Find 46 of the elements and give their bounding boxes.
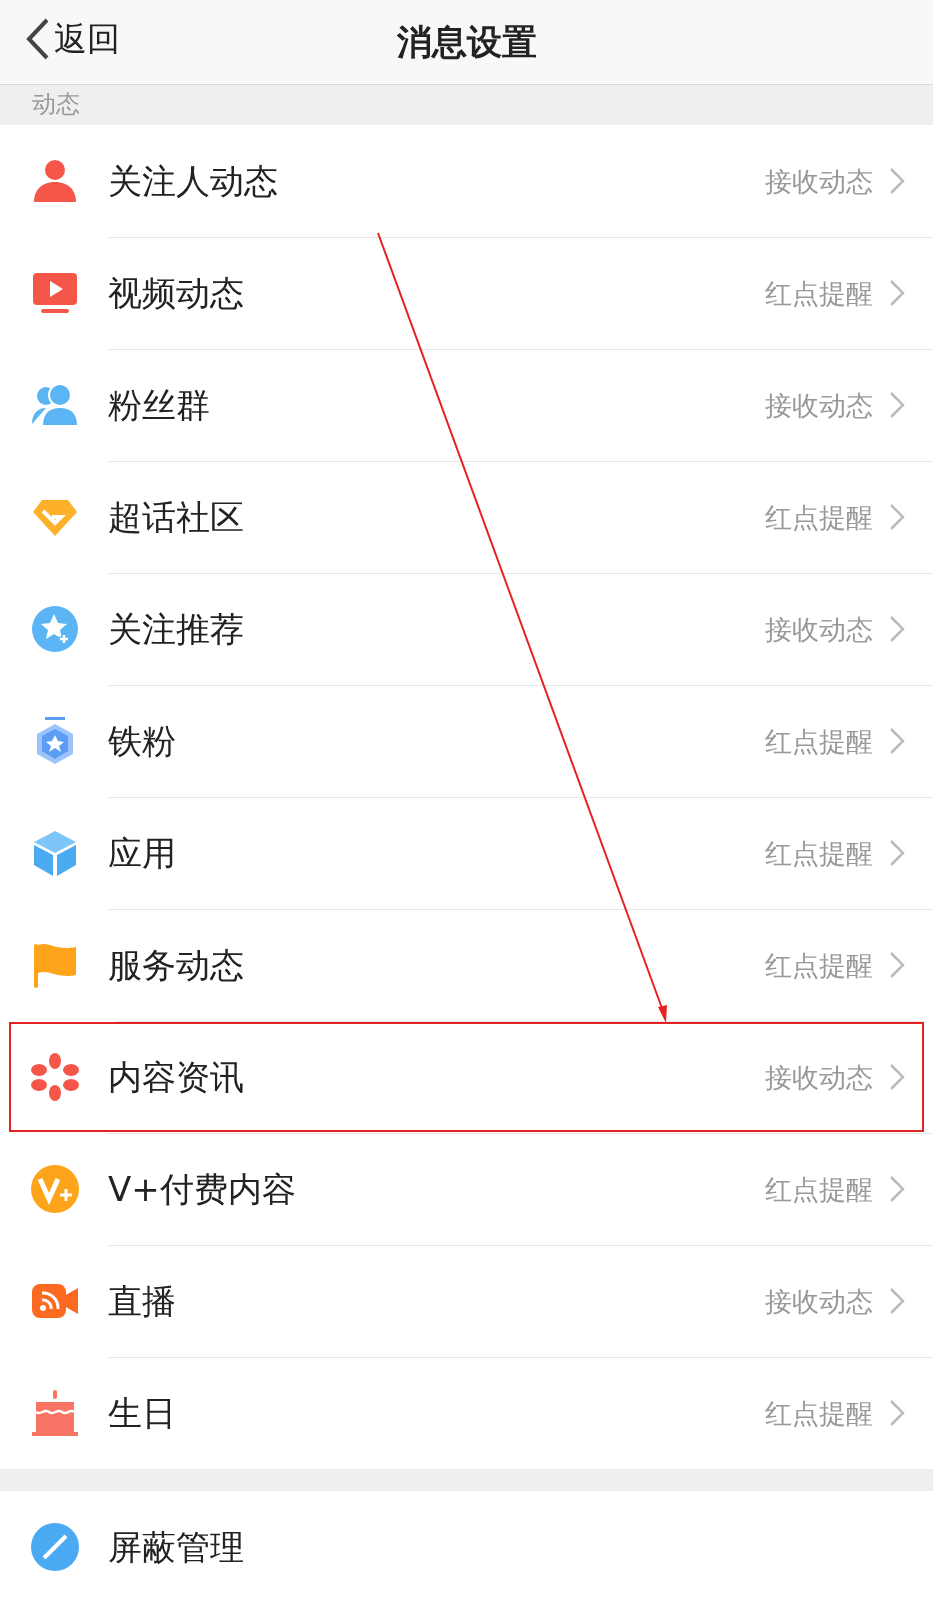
chevron-icon <box>889 167 905 195</box>
row-value: 接收动态 <box>765 1287 873 1315</box>
row-value: 红点提醒 <box>765 503 873 531</box>
row-value: 红点提醒 <box>765 279 873 307</box>
chevron-icon <box>889 615 905 643</box>
chevron-icon <box>889 1287 905 1315</box>
row-label: V+付费内容 <box>108 1172 296 1206</box>
row-label: 关注推荐 <box>108 612 244 646</box>
row-value: 红点提醒 <box>765 727 873 755</box>
row-label: 直播 <box>108 1284 176 1318</box>
row-label: 粉丝群 <box>108 388 210 422</box>
highlighted-settings-row[interactable]: 内容资讯 接收动态 <box>8 1021 925 1133</box>
row-value: 接收动态 <box>765 615 873 643</box>
row-label: 超话社区 <box>108 500 244 534</box>
back-button[interactable]: 返回 <box>22 14 124 64</box>
row-value: 红点提醒 <box>765 1399 873 1427</box>
back-icon <box>26 16 50 61</box>
row-label: 视频动态 <box>108 276 244 310</box>
chevron-icon <box>889 391 905 419</box>
row-value: 接收动态 <box>765 167 873 195</box>
row-label: 生日 <box>108 1396 176 1430</box>
flower-icon <box>30 1052 80 1102</box>
row-label: 应用 <box>108 836 176 870</box>
row-value: 接收动态 <box>765 1063 873 1091</box>
chevron-icon <box>889 279 905 307</box>
cake-icon <box>30 1388 80 1438</box>
section-label: 动态 <box>32 92 80 116</box>
row-label: 服务动态 <box>108 948 244 982</box>
row-label: 铁粉 <box>108 724 176 758</box>
chevron-icon <box>889 951 905 979</box>
chevron-icon <box>889 503 905 531</box>
block-icon <box>30 1522 80 1572</box>
chevron-icon <box>889 1063 905 1091</box>
row-label: 关注人动态 <box>108 164 278 198</box>
chevron-icon <box>889 1399 905 1427</box>
chevron-icon <box>889 1175 905 1203</box>
row-value: 红点提醒 <box>765 1175 873 1203</box>
page-title: 消息设置 <box>396 24 537 60</box>
row-label: 内容资讯 <box>108 1060 244 1094</box>
chevron-icon <box>889 727 905 755</box>
row-value: 接收动态 <box>765 391 873 419</box>
badge-icon <box>30 1164 80 1214</box>
row-value: 红点提醒 <box>765 839 873 867</box>
chevron-icon <box>889 839 905 867</box>
row-label: 屏蔽管理 <box>108 1530 244 1564</box>
row-value: 红点提醒 <box>765 951 873 979</box>
